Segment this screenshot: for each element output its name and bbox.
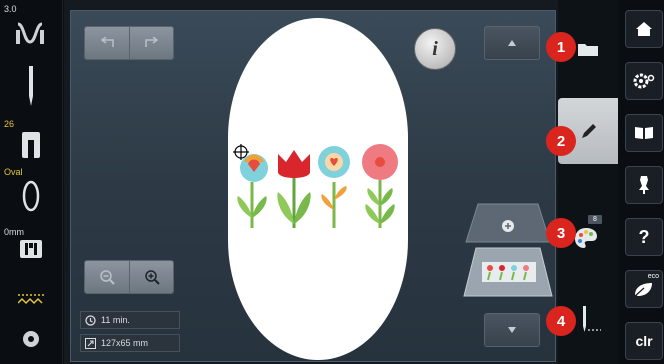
bobbin-icon[interactable]: [22, 330, 40, 348]
stitch-plate-value: 0mm: [4, 227, 24, 237]
home-button[interactable]: [625, 10, 663, 48]
stitch-time: 11 min.: [101, 315, 130, 325]
design-size: 127x65 mm: [101, 338, 149, 348]
book-icon: [635, 127, 653, 139]
tutorial-button[interactable]: [625, 114, 663, 152]
thread-tension-icon[interactable]: [14, 20, 46, 46]
callout-badge-2: 2: [546, 126, 576, 156]
scroll-up-button[interactable]: [484, 26, 540, 60]
stitch-pattern-icon[interactable]: [18, 293, 44, 307]
help-button[interactable]: ?: [625, 218, 663, 256]
zoom-out-button[interactable]: [85, 261, 129, 293]
color-overview[interactable]: [460, 202, 556, 300]
gear-icon: [633, 73, 655, 89]
resize-icon: [85, 337, 96, 349]
clock-icon: [85, 314, 96, 326]
callout-badge-1: 1: [546, 32, 576, 62]
undo-icon: [100, 37, 114, 47]
callout-badge-3: 3: [546, 218, 576, 248]
eco-leaf-icon: [633, 283, 652, 298]
zoom-in-button[interactable]: [129, 261, 174, 293]
zoom-group: [84, 260, 174, 294]
pencil-icon: [582, 124, 596, 138]
info-button[interactable]: i: [414, 28, 456, 70]
creative-consultant-button[interactable]: [625, 166, 663, 204]
arrow-down-icon: [508, 327, 516, 333]
callout-badge-4: 4: [546, 306, 576, 336]
eco-button[interactable]: eco: [625, 270, 663, 308]
eco-label: eco: [647, 273, 659, 280]
left-status-bar: 3.0 26 Oval 0mm: [0, 0, 63, 364]
stitch-plate-icon[interactable]: [20, 240, 42, 258]
needle-stitch-icon: [583, 306, 601, 332]
scroll-down-button[interactable]: [484, 313, 540, 347]
design-size-box: 127x65 mm: [80, 334, 180, 352]
thread-tension-value: 3.0: [4, 4, 17, 14]
stitch-time-box: 11 min.: [80, 311, 180, 329]
undo-redo-group: [84, 26, 174, 60]
palette-icon: [575, 228, 597, 248]
folder-icon: [578, 44, 598, 56]
flower-design[interactable]: [230, 140, 406, 230]
clear-button[interactable]: clr: [625, 322, 663, 360]
needle-icon[interactable]: [26, 66, 36, 106]
presser-foot-icon[interactable]: [20, 132, 42, 158]
undo-button[interactable]: [85, 27, 129, 59]
redo-button[interactable]: [129, 27, 174, 59]
home-icon: [636, 22, 652, 36]
presser-foot-value: 26: [4, 119, 15, 129]
zoom-out-icon: [100, 270, 115, 285]
dress-form-icon: [639, 176, 649, 194]
hoop-icon[interactable]: [22, 180, 40, 212]
setup-button[interactable]: [625, 62, 663, 100]
hoop-label: Oval: [4, 167, 23, 177]
zoom-in-icon: [145, 270, 160, 285]
color-count-badge: 8: [588, 215, 602, 224]
redo-icon: [145, 37, 159, 47]
arrow-up-icon: [508, 40, 516, 46]
